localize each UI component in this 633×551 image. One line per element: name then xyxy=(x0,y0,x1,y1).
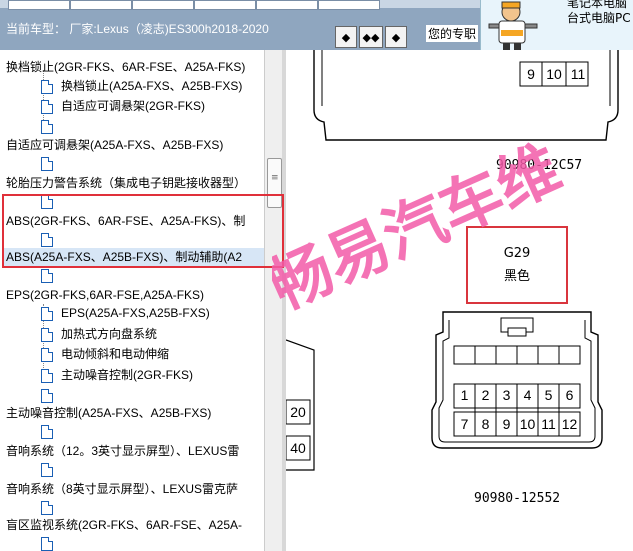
highlight-annotation xyxy=(2,194,284,268)
tree-item[interactable]: 主动噪音控制(2GR-FKS) xyxy=(61,366,193,385)
tree-item[interactable]: 轮胎压力警告系统（集成电子钥匙接收器型） xyxy=(6,174,246,193)
pin-label: 10 xyxy=(546,66,562,82)
pin-label: 10 xyxy=(519,416,536,432)
connector-code: G29 xyxy=(503,246,531,261)
document-icon xyxy=(41,328,53,342)
connector-diagram: 9 10 11 90980-12C57 G29 黑色 1 2 3 4 5 6 7… xyxy=(286,50,633,551)
ad-line-2: 台式电脑PC xyxy=(567,11,631,25)
connector-color: 黑色 xyxy=(503,269,530,284)
document-icon xyxy=(41,307,53,321)
pin-label: 8 xyxy=(481,416,490,432)
pin-label: 40 xyxy=(290,440,306,456)
tree-item[interactable]: 换档锁止(A25A-FXS、A25B-FXS) xyxy=(61,77,242,96)
toolbar-tab[interactable] xyxy=(194,0,256,10)
pin-label: 11 xyxy=(541,416,556,432)
tree-item[interactable]: 换档锁止(2GR-FKS、6AR-FSE、A25A-FKS) xyxy=(6,58,245,77)
connector-drawing xyxy=(286,50,619,471)
ad-banner[interactable]: 笔记本电脑 台式电脑PC xyxy=(480,0,633,50)
toolbar-tab[interactable] xyxy=(318,0,380,10)
tree-item[interactable]: 加热式方向盘系统 xyxy=(61,325,157,344)
toolbar-tab[interactable] xyxy=(132,0,194,10)
fit-page-button[interactable]: ◆◆ xyxy=(359,26,383,48)
pin-label: 6 xyxy=(565,387,574,403)
document-icon xyxy=(41,120,53,134)
pin-label: 12 xyxy=(561,416,578,432)
document-icon xyxy=(41,501,53,515)
tree-item[interactable]: 盲区监视系统(2GR-FKS、6AR-FSE、A25A- xyxy=(6,516,242,535)
wiring-tree-panel: 换档锁止(2GR-FKS、6AR-FSE、A25A-FKS) 换档锁止(A25A… xyxy=(0,50,264,551)
document-icon xyxy=(41,157,53,171)
tree-item[interactable]: 音响系统（8英寸显示屏型）、LEXUS雷克萨 xyxy=(6,480,238,499)
document-icon xyxy=(41,269,53,283)
pin-label: 1 xyxy=(460,387,469,403)
tree-item[interactable]: 自适应可调悬架(A25A-FXS、A25B-FXS) xyxy=(6,136,223,155)
toolbar-tab[interactable] xyxy=(256,0,318,10)
tree-item[interactable]: 音响系统（12。3英寸显示屏型）、LEXUS雷 xyxy=(6,442,239,461)
toolbar-tab[interactable] xyxy=(70,0,132,10)
pin-label: 3 xyxy=(502,387,511,403)
document-icon xyxy=(41,100,53,114)
document-icon xyxy=(41,369,53,383)
toolbar-tab[interactable] xyxy=(8,0,70,10)
tree-scrollbar[interactable]: ≡ xyxy=(264,50,283,551)
connector-id-box: G29 黑色 xyxy=(466,226,568,304)
pin-label: 4 xyxy=(523,387,532,403)
pin-label: 9 xyxy=(527,66,535,82)
pin-label: 9 xyxy=(502,416,511,432)
prev-page-button[interactable]: ◆ xyxy=(335,26,357,48)
document-icon xyxy=(41,537,53,551)
ad-line-1: 笔记本电脑 xyxy=(567,0,628,10)
document-icon xyxy=(41,463,53,477)
pin-label: 20 xyxy=(290,404,306,420)
connector-part-number: 90980-12C57 xyxy=(496,158,583,173)
tree-item[interactable]: 自适应可调悬架(2GR-FKS) xyxy=(61,97,205,116)
current-car-type-label: 当前车型： 厂家:Lexus（凌志)ES300h2018-2020 xyxy=(6,22,269,36)
mechanic-icon xyxy=(488,1,538,50)
tree-item[interactable]: 电动倾斜和电动伸缩 xyxy=(61,345,169,364)
document-icon xyxy=(41,425,53,439)
tree-item[interactable]: 主动噪音控制(A25A-FXS、A25B-FXS) xyxy=(6,404,211,423)
document-icon xyxy=(41,348,53,362)
pin-label: 2 xyxy=(481,387,490,403)
document-icon xyxy=(41,389,53,403)
document-icon xyxy=(41,80,53,94)
pin-label: 5 xyxy=(544,387,553,403)
next-page-button[interactable]: ◆ xyxy=(385,26,407,48)
top-toolbar: 当前车型： 厂家:Lexus（凌志)ES300h2018-2020 ◆ ◆◆ ◆… xyxy=(0,0,633,50)
tree-item[interactable]: EPS(A25A-FXS,A25B-FXS) xyxy=(61,304,210,323)
pin-label: 7 xyxy=(460,416,469,432)
page-nav: ◆ ◆◆ ◆ xyxy=(335,26,407,48)
pin-label: 11 xyxy=(570,66,586,82)
pro-label: 您的专职 xyxy=(426,25,479,42)
connector-part-number: 90980-12552 xyxy=(474,491,561,506)
tree-item[interactable]: EPS(2GR-FKS,6AR-FSE,A25A-FKS) xyxy=(6,286,204,305)
